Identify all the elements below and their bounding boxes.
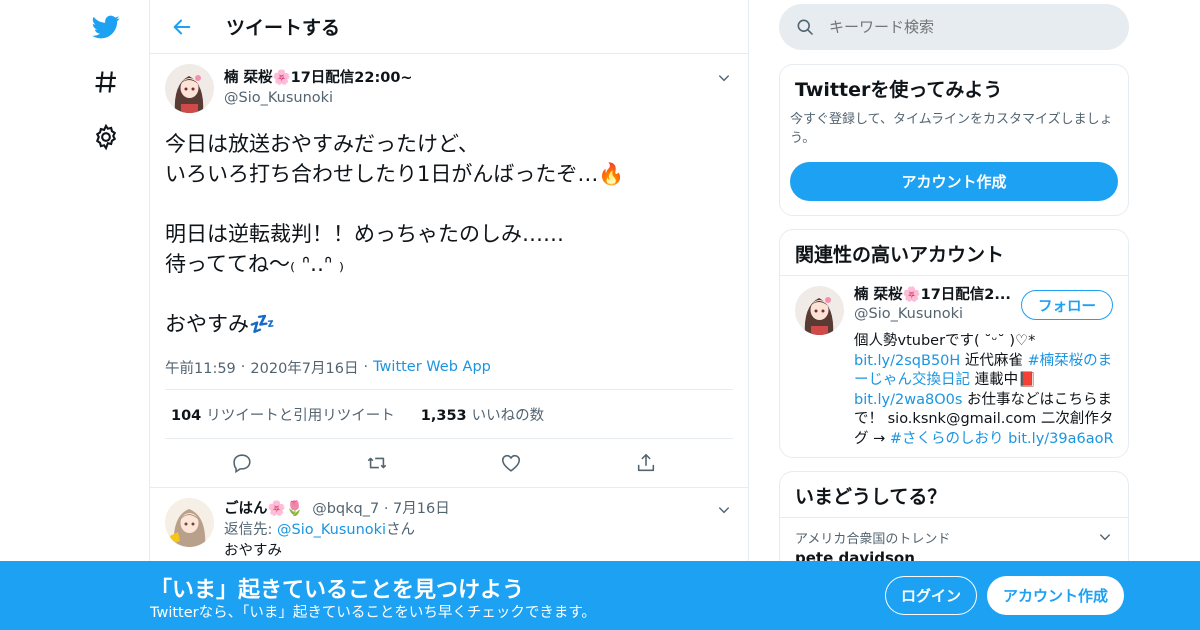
trend-chevron-down-icon[interactable]	[1098, 530, 1112, 548]
reply-author-handle[interactable]: @bqkq_7	[312, 501, 379, 517]
author-name[interactable]: 楠 栞桜🌸17日配信22:00~	[224, 68, 413, 88]
replying-to: 返信先: @Sio_Kusunokiさん	[224, 522, 416, 538]
signup-card-title: Twitterを使ってみよう	[795, 79, 1003, 101]
share-icon[interactable]	[633, 450, 659, 476]
gear-icon[interactable]	[90, 121, 122, 153]
page-title: ツイートする	[226, 17, 341, 39]
bio-link[interactable]: bit.ly/39a6aoR	[1008, 431, 1113, 447]
related-avatar[interactable]	[795, 286, 844, 335]
banner-signup-button[interactable]: アカウント作成	[987, 576, 1124, 615]
avatar[interactable]	[165, 64, 214, 113]
search-icon	[797, 19, 814, 36]
reply-avatar[interactable]	[165, 498, 214, 547]
bio-hashtag[interactable]: #さくらのしおり	[890, 431, 1004, 447]
banner-title: 「いま」起きていることを見つけよう	[150, 578, 525, 603]
twitter-bird-icon[interactable]	[90, 11, 122, 43]
chevron-down-icon[interactable]	[714, 68, 734, 88]
retweet-icon[interactable]	[364, 450, 390, 476]
reply-text: おやすみ	[224, 543, 282, 559]
hashtag-icon[interactable]	[90, 66, 122, 98]
replying-to-link[interactable]: @Sio_Kusunoki	[277, 522, 386, 538]
search-box[interactable]	[779, 4, 1129, 50]
heart-icon[interactable]	[498, 450, 524, 476]
related-bio: 個人勢vtuberです( ˘ᵕ˘ )♡* bit.ly/2sqB50H 近代麻雀…	[854, 333, 1114, 447]
tweet-actions	[165, 439, 733, 487]
tweet-stats: 104 リツイートと引用リツイート 1,353 いいねの数	[165, 389, 733, 439]
tweet-time[interactable]: 午前11:59	[165, 357, 236, 378]
trends-title: いまどうしてる？	[795, 486, 947, 508]
follow-button[interactable]: フォロー	[1021, 290, 1113, 320]
tweet-timestamp: 午前11:59 · 2020年7月16日 · Twitter Web App	[165, 353, 733, 381]
related-account[interactable]: 楠 栞桜🌸17日配信2... @Sio_Kusunoki 個人勢vtuberです…	[780, 275, 1128, 457]
author-handle[interactable]: @Sio_Kusunoki	[224, 88, 413, 108]
back-arrow-icon[interactable]	[168, 13, 196, 41]
reply-icon[interactable]	[229, 450, 255, 476]
banner-subtitle: Twitterなら、「いま」起きていることをいち早くチェックできます。	[150, 605, 596, 621]
main-tweet: 楠 栞桜🌸17日配信22:00~ @Sio_Kusunoki 今日は放送おやすみ…	[150, 54, 748, 487]
main-column: ツイートする 楠 栞桜🌸17日配信22:00~ @Sio_Kusunoki 今日…	[149, 0, 749, 630]
bio-link[interactable]: bit.ly/2sqB50H	[854, 353, 960, 369]
tweet-date[interactable]: 2020年7月16日	[250, 357, 358, 378]
tweet-text: 今日は放送おやすみだったけど、 いろいろ打ち合わせしたり1日がんばったぞ…🔥 明…	[165, 132, 625, 336]
signup-card: Twitterを使ってみよう 今すぐ登録して、タイムラインをカスタマイズしましょ…	[779, 64, 1129, 216]
create-account-button[interactable]: アカウント作成	[790, 162, 1118, 201]
reply-date[interactable]: 7月16日	[393, 501, 450, 517]
search-input[interactable]	[829, 18, 1079, 36]
reply-tweet[interactable]: ごはん🌸🌷 @bqkq_7 · 7月16日 返信先: @Sio_Kusunoki…	[150, 487, 748, 572]
page-header: ツイートする	[150, 0, 748, 54]
related-title: 関連性の高いアカウント	[795, 244, 1005, 266]
signup-banner: 「いま」起きていることを見つけよう Twitterなら、「いま」起きていることを…	[0, 561, 1200, 630]
related-accounts-card: 関連性の高いアカウント 楠 栞桜🌸17日配信2... @Sio_Kusunoki…	[779, 229, 1129, 458]
signup-card-subtitle: 今すぐ登録して、タイムラインをカスタマイズしましょう。	[790, 112, 1113, 146]
reply-chevron-down-icon[interactable]	[714, 500, 734, 520]
retweet-count[interactable]: 104 リツイートと引用リツイート	[171, 404, 395, 425]
login-button[interactable]: ログイン	[885, 576, 977, 615]
bio-link[interactable]: bit.ly/2wa8O0s	[854, 392, 962, 408]
trend-location: アメリカ合衆国のトレンド	[795, 532, 951, 547]
tweet-client[interactable]: Twitter Web App	[373, 359, 491, 375]
related-name[interactable]: 楠 栞桜🌸17日配信2...	[854, 286, 1014, 305]
reply-author-name[interactable]: ごはん🌸🌷	[224, 501, 304, 517]
right-sidebar: Twitterを使ってみよう 今すぐ登録して、タイムラインをカスタマイズしましょ…	[779, 0, 1129, 578]
like-count[interactable]: 1,353 いいねの数	[421, 404, 544, 425]
